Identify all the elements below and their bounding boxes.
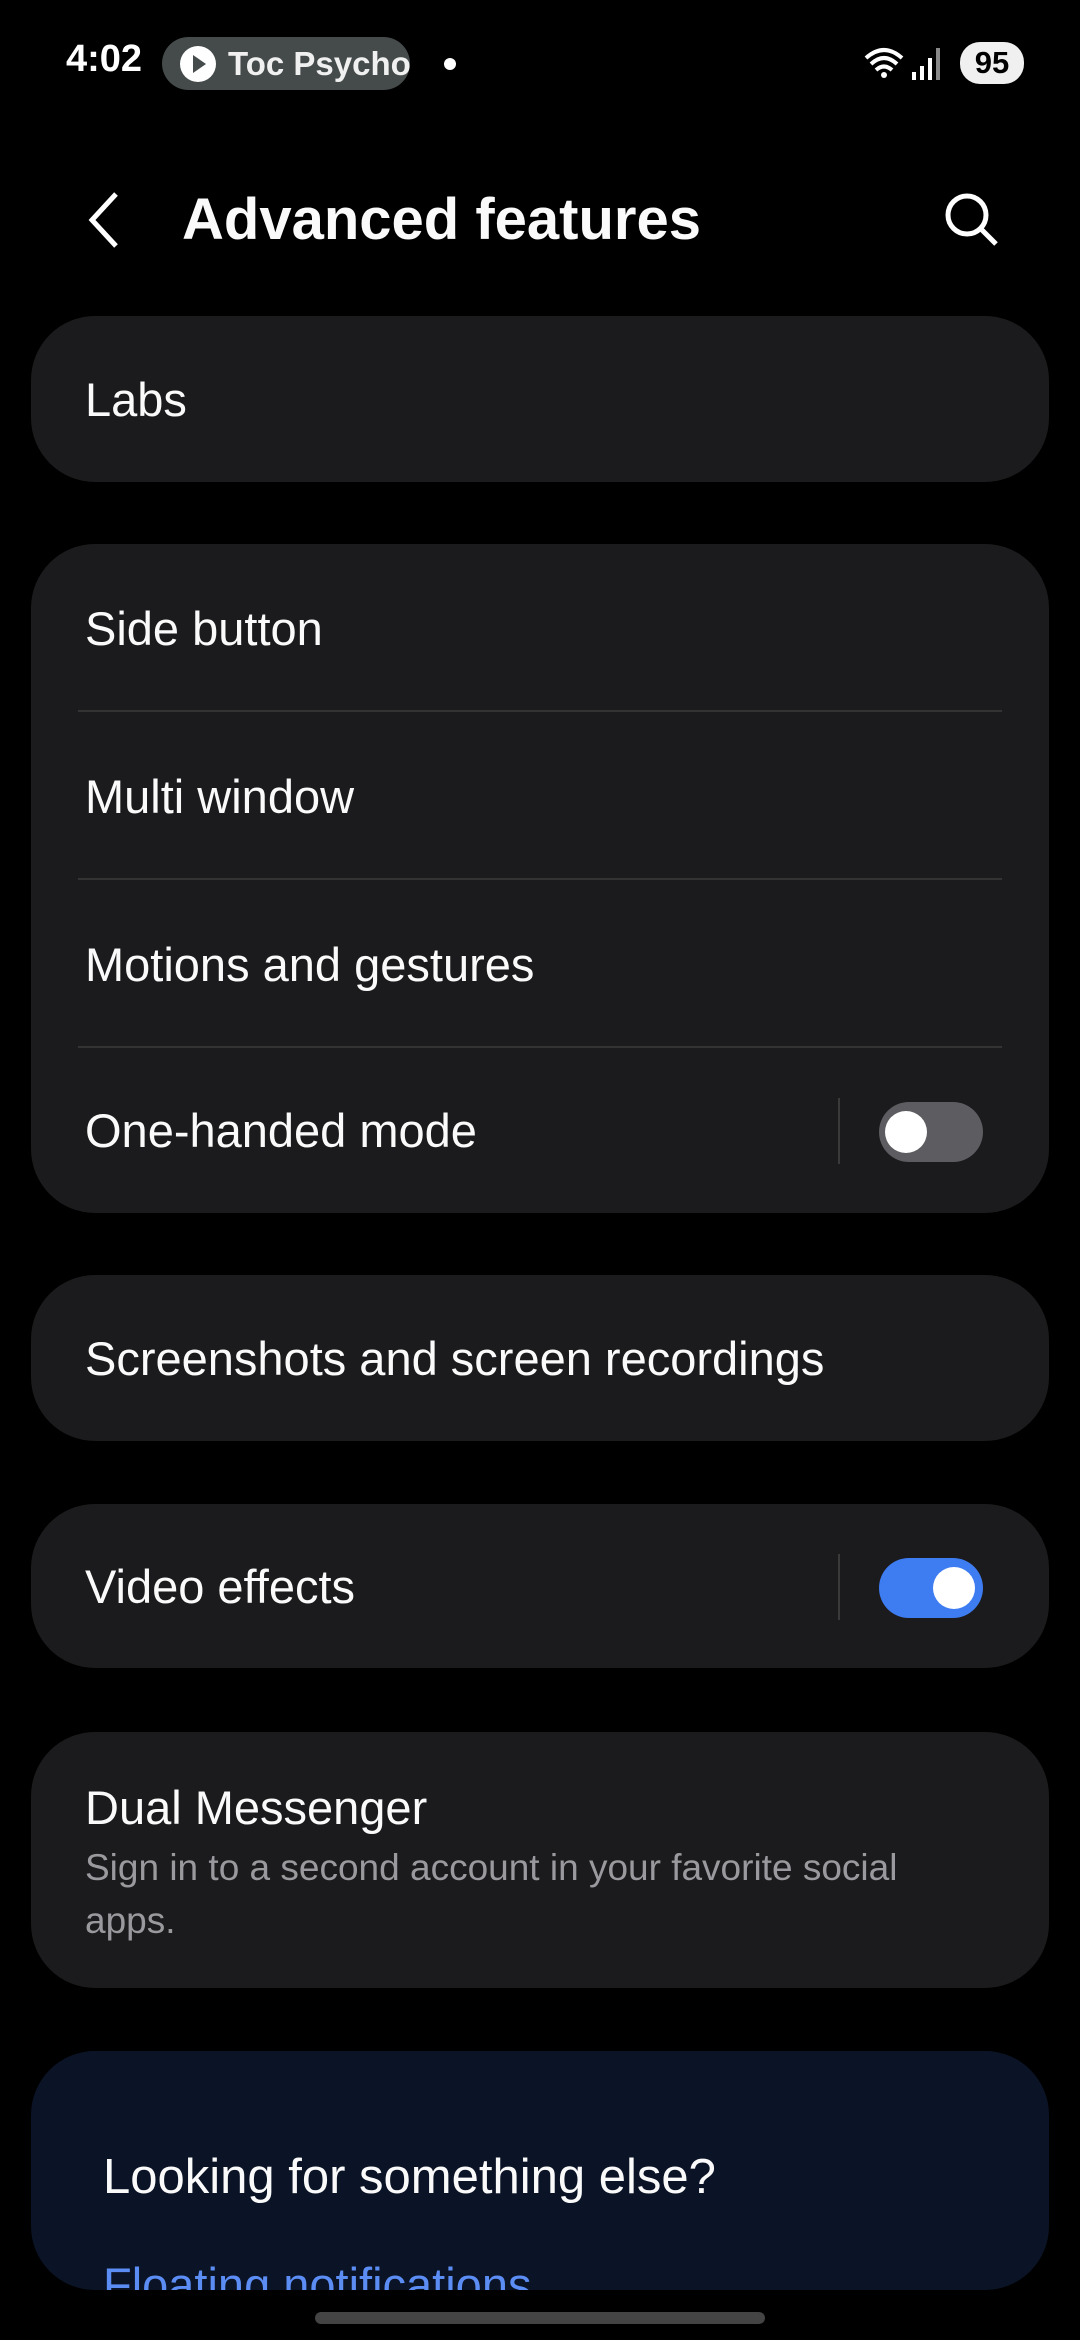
wifi-signal-icon bbox=[864, 48, 940, 80]
side-button-item[interactable]: Side button bbox=[31, 544, 1049, 712]
separator bbox=[838, 1098, 840, 1164]
battery-level: 95 bbox=[960, 42, 1024, 84]
motions-gestures-item[interactable]: Motions and gestures bbox=[31, 880, 1049, 1048]
media-chip[interactable]: Toc Psycho bbox=[162, 37, 410, 90]
media-title: Toc Psycho bbox=[228, 44, 410, 82]
suggestions-title: Looking for something else? bbox=[103, 2150, 716, 2204]
side-button-label: Side button bbox=[85, 601, 323, 655]
back-icon[interactable] bbox=[84, 190, 124, 250]
dual-messenger-label: Dual Messenger bbox=[85, 1781, 428, 1834]
multi-window-item[interactable]: Multi window bbox=[31, 712, 1049, 880]
one-handed-toggle[interactable] bbox=[879, 1102, 983, 1162]
notification-dot-icon bbox=[444, 58, 456, 70]
video-effects-label: Video effects bbox=[85, 1559, 356, 1613]
labs-label: Labs bbox=[85, 372, 187, 426]
video-effects-card[interactable]: Video effects bbox=[31, 1504, 1049, 1668]
clock: 4:02 bbox=[66, 38, 143, 80]
video-effects-toggle[interactable] bbox=[879, 1558, 983, 1618]
settings-group: Side button Multi window Motions and ges… bbox=[31, 544, 1049, 1213]
screenshots-label: Screenshots and screen recordings bbox=[85, 1331, 825, 1385]
dual-messenger-card[interactable]: Dual Messenger Sign in to a second accou… bbox=[31, 1732, 1049, 1988]
screenshots-card[interactable]: Screenshots and screen recordings bbox=[31, 1275, 1049, 1441]
dual-messenger-description: Sign in to a second account in your favo… bbox=[85, 1847, 898, 1941]
page-title: Advanced features bbox=[182, 187, 701, 252]
status-bar: 4:02 Toc Psycho 95 bbox=[0, 0, 1080, 120]
one-handed-mode-item[interactable]: One-handed mode bbox=[31, 1048, 1049, 1213]
search-icon[interactable] bbox=[942, 190, 1002, 250]
multi-window-label: Multi window bbox=[85, 769, 355, 823]
one-handed-label: One-handed mode bbox=[85, 1104, 477, 1157]
suggestion-link-floating-notifications[interactable]: Floating notifications bbox=[103, 2257, 1049, 2290]
play-icon bbox=[180, 45, 216, 82]
labs-card[interactable]: Labs bbox=[31, 316, 1049, 482]
separator bbox=[838, 1554, 840, 1620]
home-indicator[interactable] bbox=[315, 2312, 765, 2324]
suggestions-card: Looking for something else? Floating not… bbox=[31, 2051, 1049, 2290]
motions-label: Motions and gestures bbox=[85, 937, 535, 991]
